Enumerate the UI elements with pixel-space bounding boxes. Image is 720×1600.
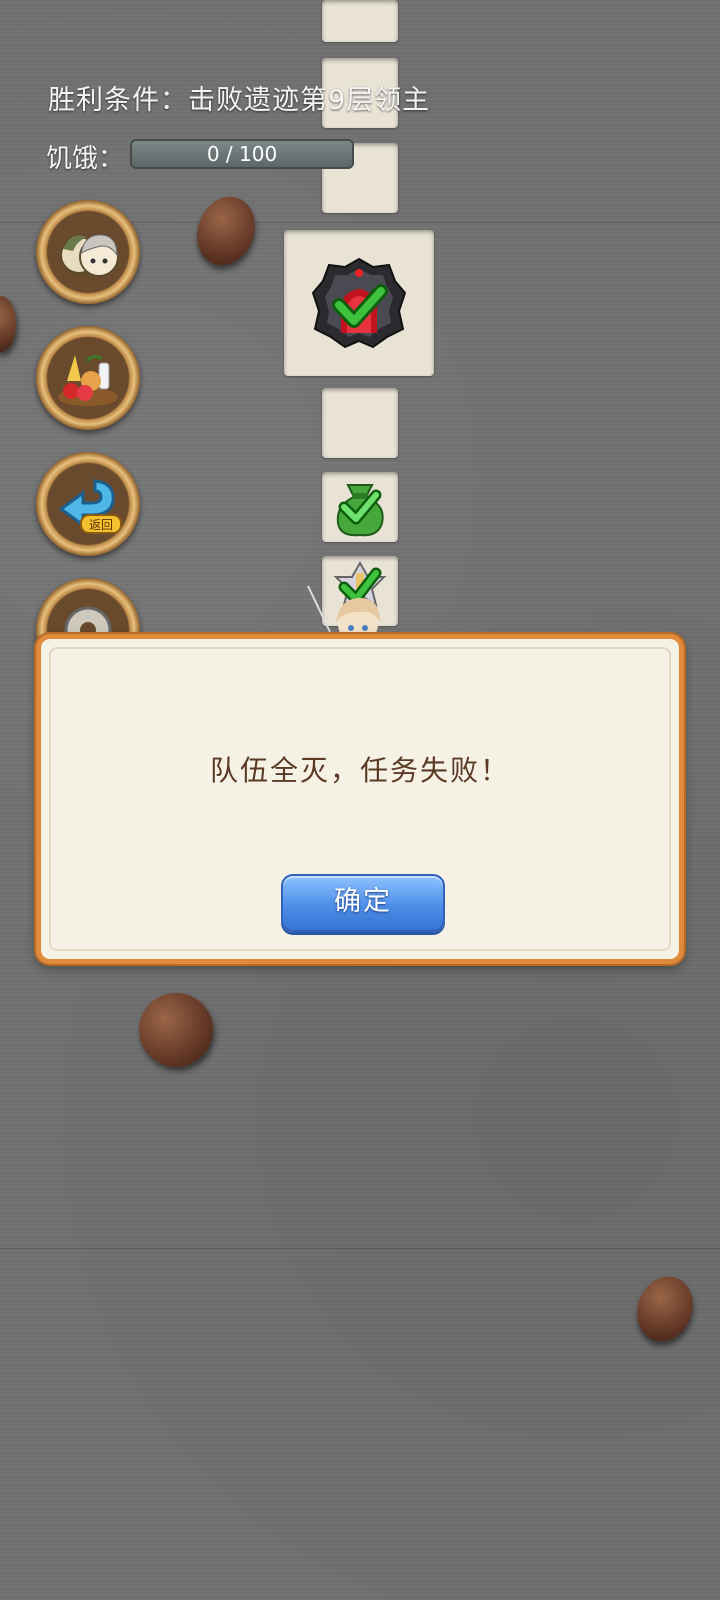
map-tile[interactable]: [322, 388, 398, 458]
return-arrow-icon: 返回: [58, 479, 122, 534]
hunger-label: 饥饿：: [46, 144, 125, 174]
party-button[interactable]: [36, 200, 140, 304]
boss-portal-icon: [311, 257, 407, 349]
confirm-button[interactable]: 确定: [281, 874, 445, 932]
return-button[interactable]: 返回: [36, 452, 140, 556]
loot-bag-icon: [336, 484, 384, 537]
floor-seam: [0, 1248, 720, 1249]
party-heroes-icon: [60, 234, 119, 277]
map-tile[interactable]: [322, 0, 398, 42]
boss-tile[interactable]: [284, 230, 434, 376]
food-supplies-icon: [58, 354, 118, 406]
hunger-value: 0 / 100: [206, 142, 278, 166]
food-button[interactable]: [36, 326, 140, 430]
loot-tile[interactable]: [322, 472, 398, 542]
return-label: 返回: [89, 518, 113, 532]
boulder: [139, 993, 213, 1067]
hunger-bar: 0 / 100: [130, 139, 354, 169]
mission-failed-dialog: 队伍全灭，任务失败！ 确定: [36, 634, 684, 964]
victory-condition: 胜利条件：击败遗迹第9层领主: [48, 85, 431, 116]
dialog-message: 队伍全灭，任务失败！: [209, 754, 510, 787]
